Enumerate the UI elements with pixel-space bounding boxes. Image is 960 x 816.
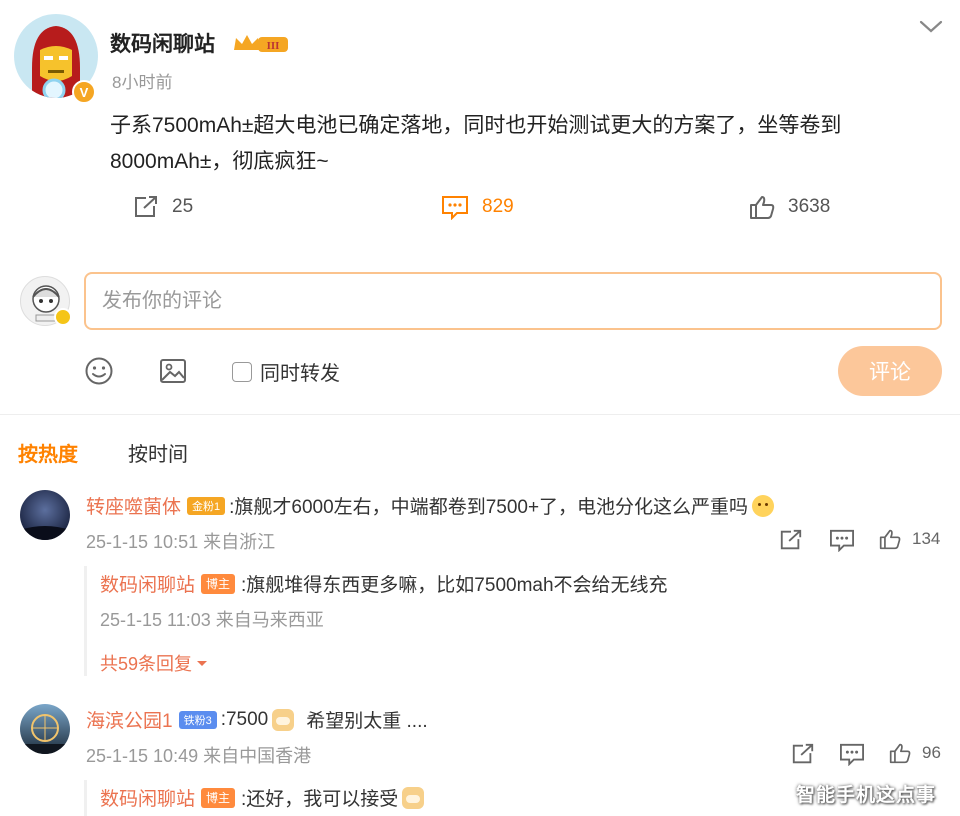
reply-author-name[interactable]: 数码闲聊站: [100, 570, 195, 597]
emoji-icon[interactable]: [84, 356, 114, 391]
reply-meta: 25-1-15 11:03 来自马来西亚: [100, 610, 324, 630]
comment-text: :7500: [220, 708, 269, 730]
also-repost-toggle[interactable]: 同时转发: [232, 357, 340, 386]
like-count: 3638: [788, 196, 831, 217]
tab-sort-hot[interactable]: 按热度: [18, 438, 78, 467]
fan-badge: 金粉1: [187, 496, 226, 515]
comment-like-button[interactable]: 96: [888, 742, 941, 764]
post-text: 子系7500mAh±超大电池已确定落地，同时也开始测试更大的方案了，坐等卷到80…: [110, 114, 842, 173]
host-badge: 博主: [201, 573, 236, 594]
repost-count: 25: [172, 196, 194, 217]
thumbs-up-icon: [879, 529, 901, 550]
comment-share-icon[interactable]: [778, 528, 804, 552]
fan-badge: 铁粉3: [178, 710, 217, 729]
share-icon: [135, 196, 157, 217]
watermark: 智能手机这点事: [796, 785, 937, 806]
doge-emoji-icon: [272, 708, 295, 731]
reply-author-name[interactable]: 数码闲聊站: [100, 784, 195, 811]
thumbs-up-icon: [889, 743, 911, 764]
comment-meta: 25-1-15 10:51 来自浙江: [86, 532, 276, 552]
my-badge: [54, 308, 72, 326]
tab-sort-time[interactable]: 按时间: [128, 438, 188, 467]
divider: [0, 414, 960, 415]
like-button[interactable]: 3638: [748, 194, 830, 220]
comment-text-continued: 希望别太重 ....: [306, 711, 428, 732]
commenter-name[interactable]: 海滨公园1: [86, 706, 173, 733]
author-name[interactable]: 数码闲聊站: [110, 28, 215, 58]
comment-share-icon[interactable]: [790, 742, 816, 766]
thumbs-up-icon: [750, 196, 775, 219]
reply-thread-bar: [84, 566, 87, 676]
reply-header: 数码闲聊站 博主 :还好，我可以接受: [100, 784, 428, 811]
comment-header: 海滨公园1 铁粉3 :7500 希望别太重 ....: [86, 706, 428, 733]
reply-text: :旗舰堆得东西更多嘛，比如7500mah不会给无线充: [241, 575, 668, 596]
repost-button[interactable]: 25: [132, 194, 193, 220]
also-repost-label: 同时转发: [260, 363, 340, 385]
comment-text: :旗舰才6000左右，中端都卷到7500+了，电池分化这么严重吗: [229, 497, 749, 518]
commenter-avatar[interactable]: [20, 704, 70, 754]
reply-thread-bar: [84, 780, 87, 816]
comment-icon: [442, 196, 468, 220]
svg-text:III: III: [267, 40, 280, 52]
chevron-down-icon[interactable]: [918, 16, 944, 41]
commenter-avatar[interactable]: [20, 490, 70, 540]
post-time: 8小时前: [112, 73, 173, 92]
host-badge: 博主: [201, 787, 236, 808]
laughing-emoji-icon: [752, 494, 775, 517]
comment-header: 转座噬菌体 金粉1 :旗舰才6000左右，中端都卷到7500+了，电池分化这么严…: [86, 492, 775, 519]
comment-like-button[interactable]: 134: [878, 528, 940, 550]
submit-comment-button[interactable]: 评论: [838, 346, 942, 396]
more-replies-label: 共59条回复: [100, 654, 193, 674]
level-crown-icon: III: [232, 32, 290, 61]
comment-like-count: 96: [922, 743, 941, 762]
reply-text: :还好，我可以接受: [241, 789, 399, 810]
doge-emoji-icon: [402, 786, 425, 809]
verified-badge: V: [72, 80, 96, 104]
comment-reply-icon[interactable]: [838, 742, 866, 766]
comment-button[interactable]: 829: [440, 194, 514, 220]
comment-count: 829: [482, 196, 514, 217]
caret-down-icon: [197, 661, 208, 666]
comment-input[interactable]: [84, 272, 942, 330]
more-replies-link[interactable]: 共59条回复: [100, 650, 209, 676]
comment-reply-icon[interactable]: [828, 528, 856, 552]
image-icon[interactable]: [158, 356, 188, 391]
comment-like-count: 134: [912, 529, 941, 548]
comment-meta: 25-1-15 10:49 来自中国香港: [86, 746, 312, 766]
also-repost-checkbox[interactable]: [232, 361, 252, 382]
commenter-name[interactable]: 转座噬菌体: [86, 492, 181, 519]
reply-header: 数码闲聊站 博主 :旗舰堆得东西更多嘛，比如7500mah不会给无线充: [100, 570, 668, 597]
